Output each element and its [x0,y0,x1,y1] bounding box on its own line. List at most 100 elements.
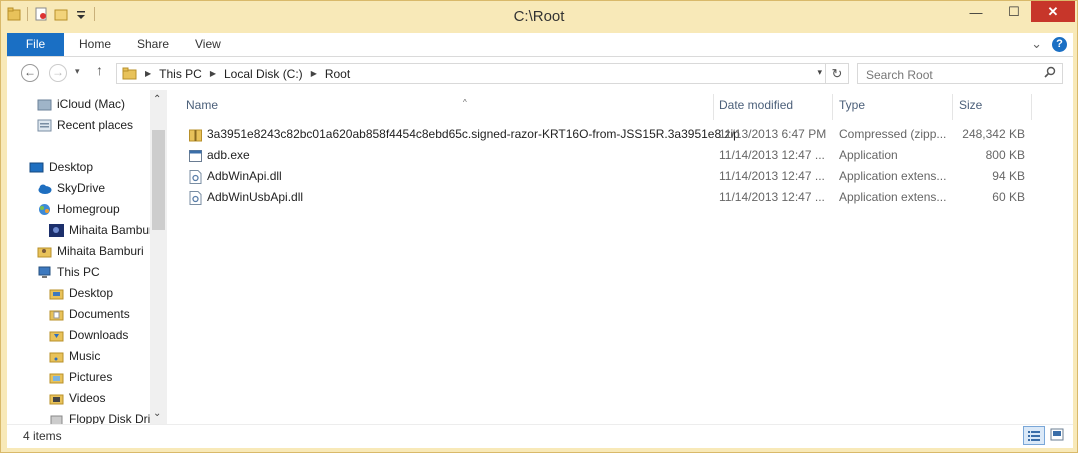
breadcrumb-this-pc[interactable]: This PC [159,67,202,81]
nav-item-label: Mihaita Bamburi [69,223,156,237]
skydrive-icon [38,184,52,194]
nav-item-recent-places[interactable]: Recent places [37,115,133,135]
tab-home[interactable]: Home [79,33,111,56]
address-dropdown-icon[interactable]: ▾ [817,67,822,78]
column-divider[interactable] [832,94,833,120]
nav-item-label: Mihaita Bamburi [57,244,144,258]
breadcrumb-root[interactable]: Root [325,67,350,81]
nav-scrollbar[interactable]: ⌃ ⌄ [150,90,167,424]
maximize-button[interactable]: ☐ [999,1,1029,23]
nav-item-music[interactable]: Music [49,346,100,366]
nav-item-documents[interactable]: Documents [49,304,130,324]
folder-icon [49,289,64,299]
tab-file[interactable]: File [7,33,64,56]
file-type: Application extens... [839,169,947,183]
column-header-name[interactable]: Name ^ [186,94,714,120]
icloud-icon [37,99,52,110]
folder-icon [122,67,137,80]
forward-button[interactable]: → [49,64,67,82]
nav-item-user-folder[interactable]: Mihaita Bamburi [37,241,144,261]
refresh-button[interactable]: ↻ [825,64,848,83]
file-type: Compressed (zipp... [839,127,947,141]
close-button[interactable]: ✕ [1031,1,1075,22]
breadcrumb-separator[interactable]: ▶ [311,69,317,78]
file-size: 800 KB [985,148,1025,162]
nav-item-label: iCloud (Mac) [57,97,126,111]
file-date: 11/14/2013 12:47 ... [719,190,825,204]
nav-item-label: Downloads [69,328,129,342]
nav-item-label: Desktop [49,160,94,174]
nav-item-pictures[interactable]: Pictures [49,367,112,387]
nav-item-videos[interactable]: Videos [49,388,105,408]
file-size: 60 KB [992,190,1025,204]
nav-item-skydrive[interactable]: SkyDrive [37,178,105,198]
sort-ascending-icon: ^ [463,98,467,107]
folder-icon [49,352,64,362]
zip-folder-icon [189,129,202,142]
search-input[interactable] [864,65,1038,84]
nav-item-homegroup[interactable]: Homegroup [37,199,120,219]
file-list: Name ^ Date modified Type Size 3a3951e82… [167,90,1073,424]
exe-icon [189,150,202,162]
details-view-icon [1028,431,1040,441]
nav-item-downloads[interactable]: Downloads [49,325,128,345]
explorer-window: C:\Root — ☐ ✕ File Home Share View ⌄ ? ←… [0,0,1078,453]
column-divider[interactable] [1031,94,1032,120]
recent-locations-button[interactable]: ▾ [75,66,80,77]
ribbon-right-controls: ⌄ ? [1031,36,1067,52]
scrollbar-thumb[interactable] [152,130,165,230]
search-box[interactable] [857,63,1063,84]
up-button[interactable]: ↑ [96,62,103,78]
search-icon[interactable] [1044,66,1056,81]
folder-icon [49,373,64,383]
column-divider[interactable] [952,94,953,120]
file-name: 3a3951e8243c82bc01a620ab858f4454c8ebd65c… [207,127,740,141]
file-name: AdbWinApi.dll [207,169,282,183]
recent-places-icon [37,119,52,131]
dll-icon [189,191,202,205]
column-header-date[interactable]: Date modified [719,94,833,120]
nav-item-label: Videos [69,391,106,405]
breadcrumb-local-disk[interactable]: Local Disk (C:) [224,67,303,81]
expand-ribbon-icon[interactable]: ⌄ [1031,36,1042,52]
table-row[interactable]: AdbWinApi.dll 11/14/2013 12:47 ... Appli… [167,166,1073,187]
nav-item-desktop[interactable]: Desktop [29,157,93,177]
file-name: AdbWinUsbApi.dll [207,190,304,204]
nav-item-label: Recent places [57,118,134,132]
nav-item-label: Desktop [69,286,114,300]
table-row[interactable]: 3a3951e8243c82bc01a620ab858f4454c8ebd65c… [167,124,1073,145]
status-bar: 4 items [7,424,1073,448]
column-divider[interactable] [713,94,714,120]
ribbon-tabs: File Home Share View ⌄ ? [7,33,1073,57]
nav-item-desktop-folder[interactable]: Desktop [49,283,113,303]
column-header-type[interactable]: Type [839,94,953,120]
column-header-size[interactable]: Size [959,94,1032,120]
nav-item-this-pc[interactable]: This PC [37,262,100,282]
explorer-body: iCloud (Mac) Recent places Desktop SkyDr… [7,90,1073,424]
nav-item-label: Pictures [69,370,113,384]
details-view-button[interactable] [1023,426,1045,445]
breadcrumb-separator[interactable]: ▶ [145,69,151,78]
file-type: Application extens... [839,190,947,204]
large-icons-view-button[interactable] [1047,426,1069,445]
table-row[interactable]: AdbWinUsbApi.dll 11/14/2013 12:47 ... Ap… [167,187,1073,208]
address-bar[interactable]: ▶ This PC ▶ Local Disk (C:) ▶ Root ▾ ↻ [116,63,849,84]
scroll-down-icon[interactable]: ⌄ [153,408,161,419]
minimize-button[interactable]: — [961,1,991,23]
nav-item-label: SkyDrive [57,181,106,195]
back-button[interactable]: ← [21,64,39,82]
nav-item-floppy[interactable]: Floppy Disk Dri [49,409,150,424]
dll-icon [189,170,202,184]
address-row: ← → ▾ ↑ ▶ This PC ▶ Local Disk (C:) ▶ Ro… [7,57,1073,90]
nav-item-icloud[interactable]: iCloud (Mac) [37,94,125,114]
nav-item-user[interactable]: Mihaita Bamburi [49,220,156,240]
scroll-up-icon[interactable]: ⌃ [153,94,161,105]
file-size: 94 KB [992,169,1025,183]
table-row[interactable]: adb.exe 11/14/2013 12:47 ... Application… [167,145,1073,166]
breadcrumb-separator[interactable]: ▶ [210,69,216,78]
help-icon[interactable]: ? [1052,36,1067,52]
tab-share[interactable]: Share [137,33,169,56]
window-title: C:\Root [513,8,565,25]
tab-view[interactable]: View [195,33,221,56]
column-header-label: Date modified [719,98,794,112]
